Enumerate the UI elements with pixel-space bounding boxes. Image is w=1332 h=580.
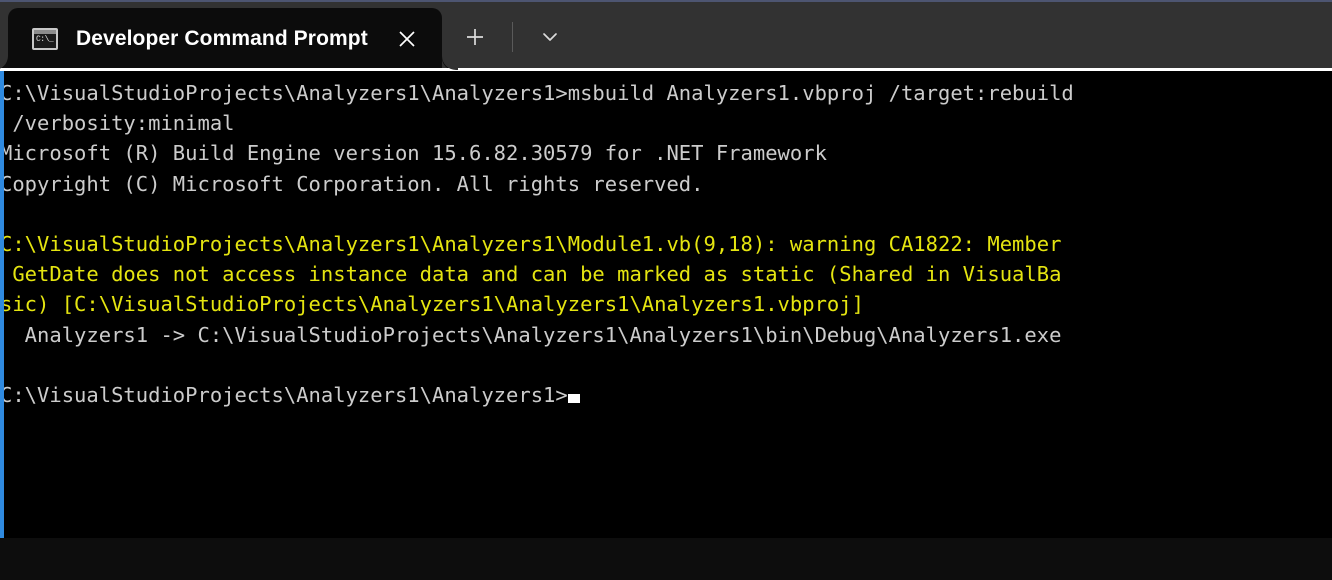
chevron-down-icon[interactable] bbox=[527, 14, 573, 60]
terminal-screen[interactable]: C:\VisualStudioProjects\Analyzers1\Analy… bbox=[0, 78, 1332, 410]
terminal-line: Analyzers1 -> C:\VisualStudioProjects\An… bbox=[0, 322, 1062, 347]
terminal-line: /verbosity:minimal bbox=[0, 111, 235, 136]
tab-developer-command-prompt[interactable]: C:\_ Developer Command Prompt bbox=[0, 8, 458, 70]
terminal-line: Copyright (C) Microsoft Corporation. All… bbox=[0, 171, 704, 196]
titlebar[interactable]: C:\_ Developer Command Prompt bbox=[0, 0, 1332, 70]
terminal-window: C:\_ Developer Command Prompt C:\VisualS… bbox=[0, 0, 1332, 580]
window-footer bbox=[0, 538, 1332, 580]
terminal-line: C:\VisualStudioProjects\Analyzers1\Analy… bbox=[0, 81, 1074, 105]
terminal-line: C:\VisualStudioProjects\Analyzers1\Analy… bbox=[0, 231, 1062, 256]
terminal-line: Microsoft (R) Build Engine version 15.6.… bbox=[0, 141, 827, 166]
terminal-output-area[interactable]: C:\VisualStudioProjects\Analyzers1\Analy… bbox=[0, 68, 1332, 538]
terminal-line: GetDate does not access instance data an… bbox=[0, 262, 1062, 287]
console-icon-glyph: C:\_ bbox=[36, 35, 54, 44]
toolbar-divider bbox=[512, 22, 513, 52]
tab-label: Developer Command Prompt bbox=[76, 27, 368, 50]
tabbar-actions bbox=[452, 4, 573, 70]
terminal-line: sic) [C:\VisualStudioProjects\Analyzers1… bbox=[0, 292, 864, 317]
terminal-cursor bbox=[567, 393, 580, 403]
terminal-line: C:\VisualStudioProjects\Analyzers1\Analy… bbox=[0, 380, 1332, 410]
tab-strip: C:\_ Developer Command Prompt bbox=[0, 4, 458, 70]
new-tab-button[interactable] bbox=[452, 14, 498, 60]
close-icon[interactable] bbox=[386, 18, 428, 60]
console-icon: C:\_ bbox=[32, 28, 58, 50]
terminal-left-accent-rule bbox=[0, 71, 4, 538]
console-icon-titlebar bbox=[34, 30, 56, 34]
